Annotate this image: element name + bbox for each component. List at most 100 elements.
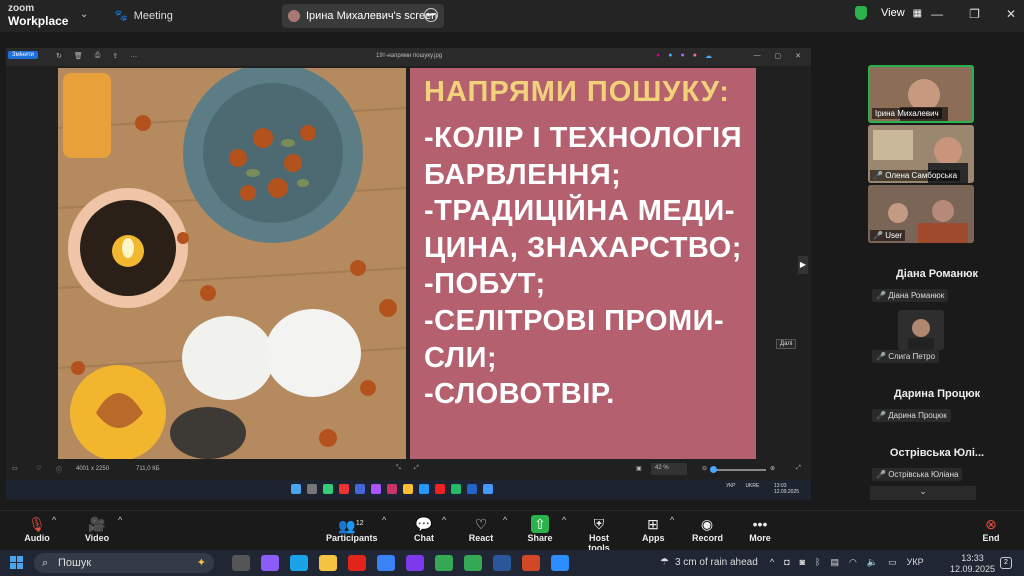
view-button[interactable]: View ▦ bbox=[855, 6, 922, 20]
notifications-icon[interactable]: 2 bbox=[1000, 557, 1012, 569]
chevron-up-icon[interactable]: ^ bbox=[503, 515, 507, 525]
share-tab-label: Ірина Михалевич's screen bbox=[306, 10, 438, 22]
opera-icon[interactable] bbox=[348, 555, 366, 571]
zoom-title-bar: zoom Workplace ⌄ 🐾 Meeting Ірина Михалев… bbox=[0, 0, 1024, 32]
zoom-in-icon[interactable]: ⊕ bbox=[770, 465, 775, 472]
meeting-menu[interactable]: 🐾 Meeting bbox=[114, 9, 173, 23]
copilot-icon[interactable] bbox=[261, 555, 279, 571]
file-explorer-icon[interactable] bbox=[319, 555, 337, 571]
fullsize-icon[interactable]: ⤢ bbox=[414, 465, 419, 472]
opera-icon bbox=[435, 484, 445, 494]
word-icon[interactable] bbox=[493, 555, 511, 571]
participants-label: Participants bbox=[326, 533, 378, 543]
app-icon[interactable]: ● bbox=[668, 52, 672, 60]
meeting-label: Meeting bbox=[133, 9, 173, 22]
apps-button[interactable]: ⊞ Apps ^ bbox=[642, 515, 674, 543]
zoom-slider[interactable] bbox=[711, 469, 766, 471]
weather-widget[interactable]: ☂ 3 cm of rain ahead bbox=[660, 557, 758, 568]
wifi-icon[interactable]: ◠ bbox=[849, 557, 857, 568]
end-label: End bbox=[982, 533, 1000, 543]
slideshow-icon[interactable]: ▣ bbox=[636, 465, 642, 472]
tray-app-icon[interactable]: ◘ bbox=[784, 557, 789, 568]
zoom-level-select[interactable]: 42 % bbox=[651, 463, 687, 475]
participant-thumbnail[interactable] bbox=[898, 310, 944, 350]
chrome-icon[interactable] bbox=[435, 555, 453, 571]
record-button[interactable]: ◉ Record bbox=[692, 515, 723, 543]
app-icon[interactable]: ● bbox=[693, 52, 697, 60]
share-icon[interactable]: ⇪ bbox=[112, 52, 118, 60]
maximize-icon[interactable]: ▢ bbox=[775, 52, 782, 60]
edit-button[interactable]: Змінити bbox=[8, 51, 38, 59]
close-icon[interactable]: ✕ bbox=[795, 52, 801, 60]
fit-icon[interactable]: ⤡ bbox=[396, 465, 401, 472]
cloud-icon[interactable]: ☁ bbox=[705, 52, 712, 60]
app-icon bbox=[387, 484, 397, 494]
react-button[interactable]: ♡ React ^ bbox=[467, 515, 508, 543]
minimize-icon[interactable]: — bbox=[931, 7, 943, 21]
audio-button[interactable]: 🎙 Audio ^ bbox=[22, 515, 56, 543]
scroll-down-button[interactable]: ⌄ bbox=[870, 486, 976, 500]
viber-icon[interactable] bbox=[406, 555, 424, 571]
chevron-up-icon[interactable]: ^ bbox=[562, 515, 566, 525]
search-placeholder: Пошук bbox=[58, 557, 92, 569]
tray-date: 12.09.2025 bbox=[774, 489, 800, 495]
edge-icon[interactable] bbox=[290, 555, 308, 571]
bluetooth-icon[interactable]: ᛒ bbox=[815, 557, 820, 568]
share-label: Share bbox=[527, 533, 553, 543]
apps-label: Apps bbox=[642, 533, 665, 543]
more-options-icon[interactable]: ••• bbox=[424, 8, 438, 22]
zoom-app-icon[interactable] bbox=[551, 555, 569, 571]
tray-app-icon[interactable]: ◙ bbox=[800, 557, 805, 568]
expand-icon[interactable]: ⤢ bbox=[796, 465, 801, 472]
chevron-down-icon[interactable]: ⌄ bbox=[80, 9, 88, 20]
print-icon[interactable]: ⎙ bbox=[95, 52, 101, 60]
windows-start-button[interactable] bbox=[10, 556, 24, 570]
store-icon[interactable] bbox=[377, 555, 395, 571]
next-image-button[interactable]: ▶ bbox=[798, 256, 808, 274]
notification-count: 2 bbox=[1004, 559, 1008, 566]
tray-app-icon[interactable]: ▤ bbox=[831, 557, 840, 568]
info-icon[interactable]: ⓘ bbox=[56, 465, 62, 474]
close-icon[interactable]: ✕ bbox=[1006, 7, 1016, 21]
chevron-up-icon[interactable]: ^ bbox=[770, 557, 774, 568]
host-tools-button[interactable]: ⛨ Host tools bbox=[580, 515, 618, 553]
app-icon bbox=[419, 484, 429, 494]
taskbar-clock[interactable]: 13:33 12.09.2025 bbox=[950, 553, 995, 575]
participants-button[interactable]: 👥12 Participants ^ bbox=[326, 515, 386, 543]
favorite-icon[interactable]: ♡ bbox=[36, 465, 41, 472]
powerpoint-icon[interactable] bbox=[522, 555, 540, 571]
zoom-out-icon[interactable]: ⊖ bbox=[702, 465, 707, 472]
chevron-up-icon[interactable]: ^ bbox=[118, 515, 122, 525]
video-button[interactable]: 🎥 Video ^ bbox=[82, 515, 122, 543]
zoom-slider-handle[interactable] bbox=[710, 466, 717, 473]
photos-icon bbox=[483, 484, 493, 494]
rotate-icon[interactable]: ↻ bbox=[56, 52, 62, 60]
taskbar-search[interactable]: ⌕ Пошук ✦ bbox=[34, 553, 214, 573]
volume-icon[interactable]: 🔈 bbox=[867, 557, 878, 568]
chevron-up-icon[interactable]: ^ bbox=[52, 515, 56, 525]
chevron-up-icon[interactable]: ^ bbox=[382, 515, 386, 525]
more-icon[interactable]: … bbox=[130, 52, 137, 60]
participant-tile[interactable]: 🎤 User bbox=[868, 185, 974, 243]
chat-button[interactable]: 💬 Chat ^ bbox=[412, 515, 446, 543]
weather-text: 3 cm of rain ahead bbox=[674, 557, 758, 568]
language-indicator[interactable]: УКР bbox=[907, 557, 924, 568]
shared-tray-lang: УКР UKRE bbox=[726, 483, 759, 489]
more-button[interactable]: ••• More bbox=[748, 515, 772, 543]
chevron-up-icon[interactable]: ^ bbox=[670, 515, 674, 525]
share-button[interactable]: ⇧ Share ^ bbox=[526, 515, 566, 543]
restore-icon[interactable]: ❐ bbox=[969, 7, 980, 21]
battery-icon[interactable]: ▭ bbox=[888, 557, 897, 568]
end-button[interactable]: ⊗ End bbox=[980, 515, 1002, 543]
participant-tile[interactable]: 🎤 Олена Самборська bbox=[868, 125, 974, 183]
filmstrip-icon[interactable]: ▭ bbox=[12, 465, 18, 472]
chevron-up-icon[interactable]: ^ bbox=[442, 515, 446, 525]
participant-tile[interactable]: Ірина Михалевич bbox=[868, 65, 974, 123]
screen-share-tab[interactable]: Ірина Михалевич's screen ••• bbox=[282, 4, 444, 28]
delete-icon[interactable]: 🗑 bbox=[74, 52, 83, 60]
app-icon[interactable]: ● bbox=[656, 52, 660, 60]
minimize-icon[interactable]: — bbox=[754, 52, 761, 60]
widgets-icon[interactable] bbox=[232, 555, 250, 571]
app-icon[interactable]: ● bbox=[680, 52, 684, 60]
chrome-icon[interactable] bbox=[464, 555, 482, 571]
